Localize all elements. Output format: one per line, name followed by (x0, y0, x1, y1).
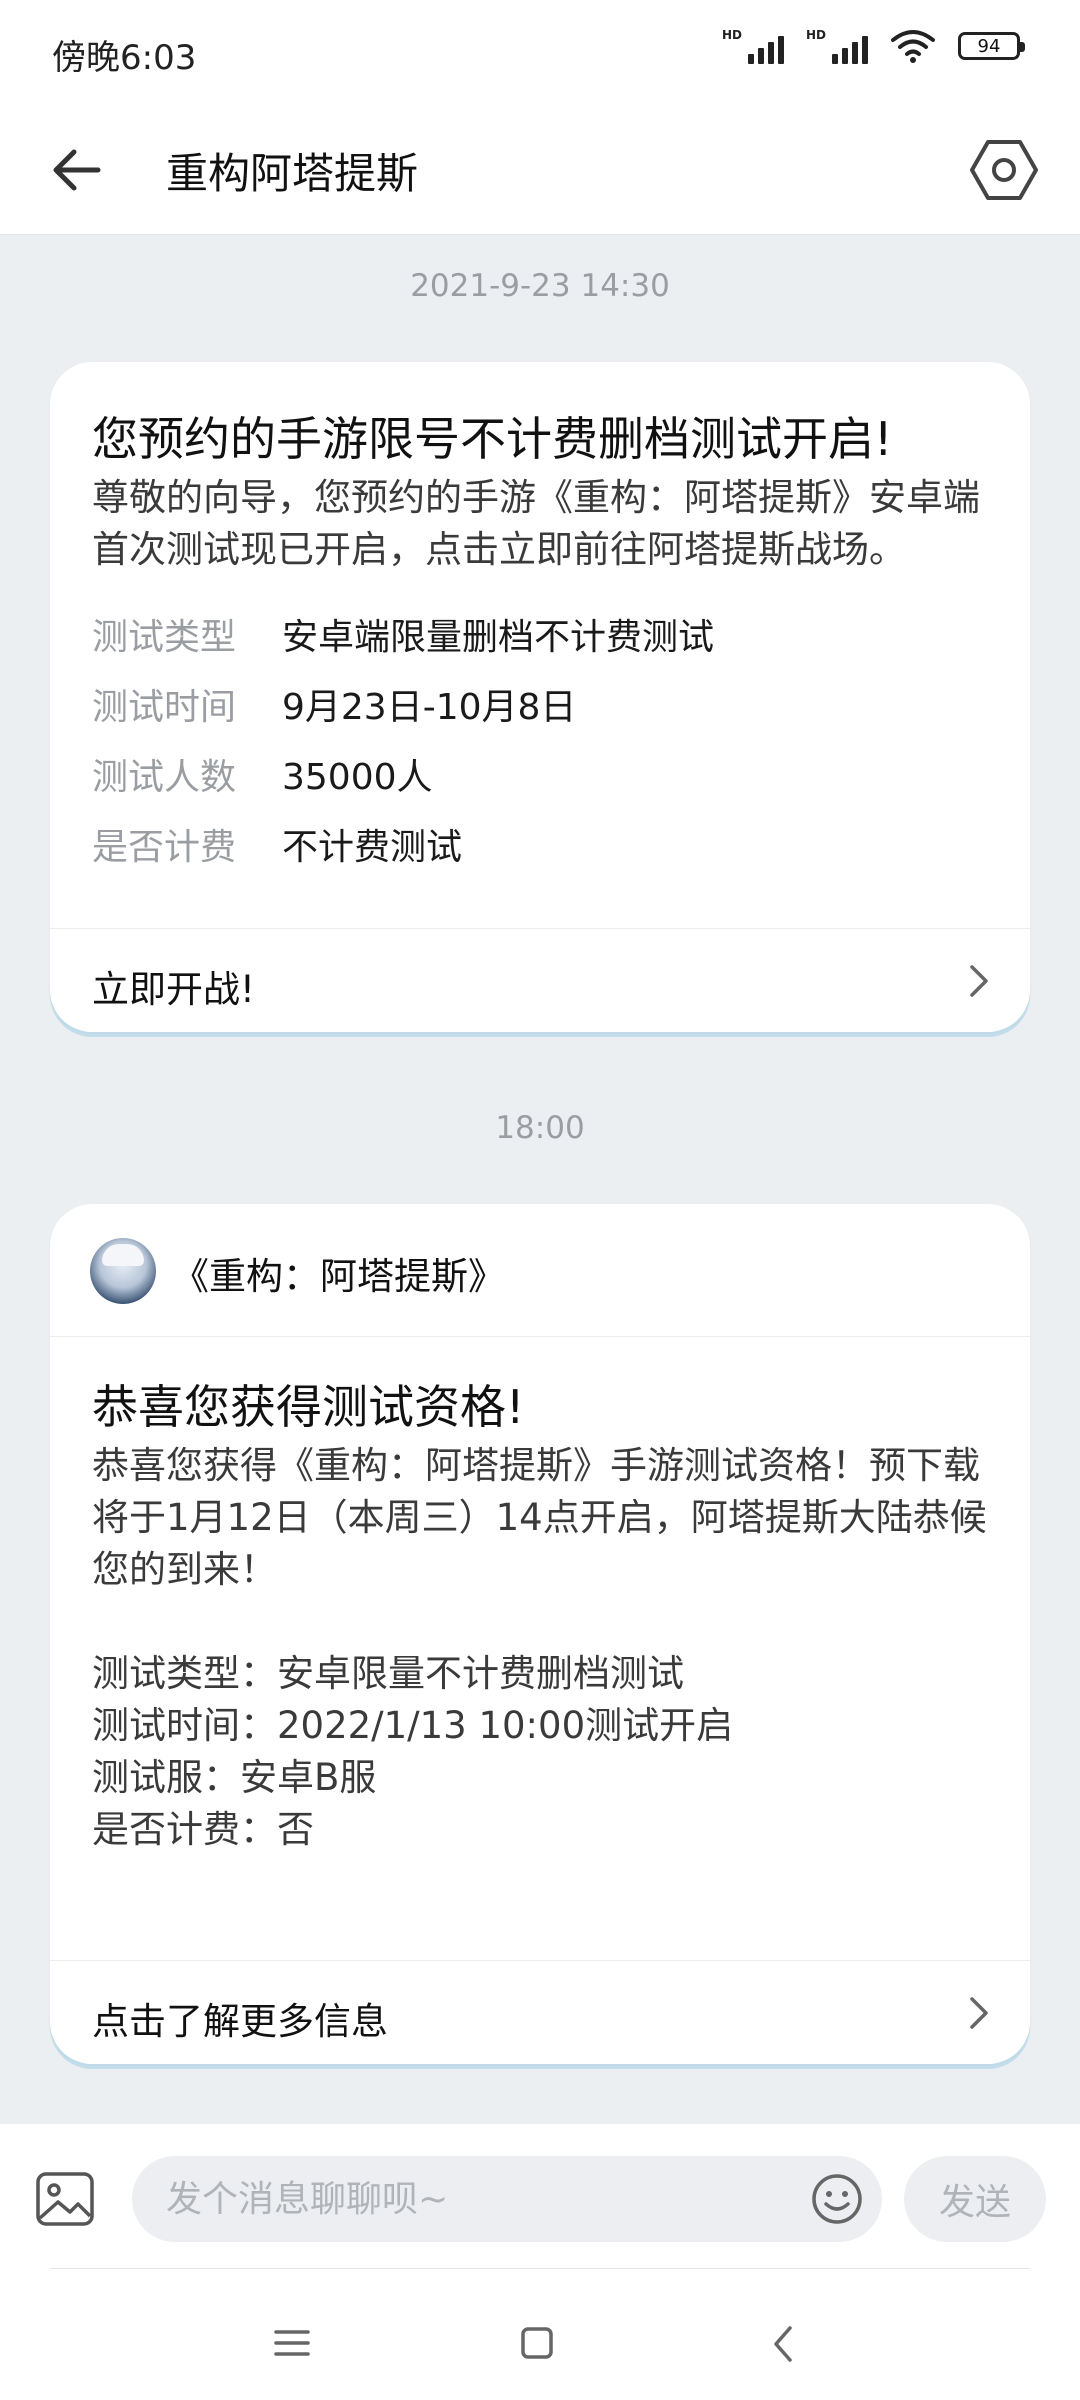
signal-hd-label-2: HD (805, 28, 826, 42)
message-card: 《重构：阿塔提斯》 恭喜您获得测试资格! 恭喜您获得《重构：阿塔提斯》手游测试资… (50, 1204, 1030, 2064)
detail-line: 测试时间：2022/1/13 10:00测试开启 (92, 1704, 734, 1747)
sender-row: 《重构：阿塔提斯》 (50, 1204, 1030, 1337)
message-input[interactable] (132, 2156, 882, 2242)
status-time: 傍晚6:03 (52, 38, 197, 78)
arrow-left-icon[interactable] (46, 138, 110, 202)
status-bar: 傍晚6:03 HD HD 94 (0, 0, 1080, 110)
page-title: 重构阿塔提斯 (166, 149, 419, 198)
battery-icon: 94 (958, 32, 1025, 60)
detail-value: 不计费测试 (282, 827, 463, 868)
detail-label: 测试时间 (92, 687, 237, 728)
home-square-icon[interactable] (520, 2326, 554, 2360)
message-card: 您预约的手游限号不计费删档测试开启! 尊敬的向导，您预约的手游《重构：阿塔提斯》… (50, 362, 1030, 1032)
detail-row: 测试时间 9月23日-10月8日 (92, 690, 992, 726)
detail-row: 是否计费 不计费测试 (92, 830, 992, 866)
emoji-icon[interactable] (810, 2172, 864, 2226)
message-title: 恭喜您获得测试资格! (92, 1380, 525, 1434)
card-action-label: 立即开战! (92, 968, 255, 1011)
detail-list: 测试类型 安卓端限量删档不计费测试 测试时间 9月23日-10月8日 测试人数 … (92, 620, 992, 866)
detail-row: 测试类型 安卓端限量删档不计费测试 (92, 620, 992, 656)
battery-level: 94 (977, 35, 1001, 57)
menu-icon[interactable] (274, 2328, 310, 2358)
detail-line: 是否计费：否 (92, 1808, 314, 1851)
detail-line: 测试类型：安卓限量不计费删档测试 (92, 1652, 684, 1695)
card-action-link[interactable]: 立即开战! (50, 928, 1030, 1032)
app-bar: 重构阿塔提斯 (0, 110, 1080, 235)
detail-row: 测试人数 35000人 (92, 760, 992, 796)
message-body: 尊敬的向导，您预约的手游《重构：阿塔提斯》安卓端首次测试现已开启，点击立即前往阿… (92, 476, 980, 571)
detail-value: 35000人 (282, 757, 433, 798)
detail-lines: 测试类型：安卓限量不计费删档测试 测试时间：2022/1/13 10:00测试开… (92, 1648, 992, 1856)
image-icon[interactable] (34, 2168, 96, 2230)
avatar[interactable] (90, 1238, 156, 1304)
wifi-icon (891, 30, 935, 63)
signal-icon: HD (722, 28, 784, 64)
detail-line: 测试服：安卓B服 (92, 1756, 377, 1799)
signal-hd-label: HD (721, 28, 742, 42)
message-timestamp: 18:00 (495, 1110, 585, 1146)
message-timestamp: 2021-9-23 14:30 (410, 268, 670, 304)
card-action-link[interactable]: 点击了解更多信息 (50, 1960, 1030, 2064)
send-button[interactable]: 发送 (904, 2156, 1046, 2242)
card-action-label: 点击了解更多信息 (92, 2000, 388, 2043)
message-title: 您预约的手游限号不计费删档测试开启! (92, 412, 893, 466)
divider (50, 2268, 1030, 2269)
hexagon-settings-icon[interactable] (968, 134, 1040, 206)
signal-icon-2: HD (806, 28, 868, 64)
chevron-right-icon (970, 1997, 988, 2029)
detail-value: 安卓端限量删档不计费测试 (282, 617, 715, 658)
chevron-right-icon (970, 965, 988, 997)
detail-value: 9月23日-10月8日 (282, 687, 577, 728)
detail-label: 是否计费 (92, 827, 237, 868)
status-icons: HD HD 94 (722, 28, 1025, 64)
back-chevron-icon[interactable] (770, 2324, 796, 2364)
detail-label: 测试类型 (92, 617, 237, 658)
message-body: 恭喜您获得《重构：阿塔提斯》手游测试资格！预下载将于1月12日（本周三）14点开… (92, 1444, 987, 1591)
sender-name: 《重构：阿塔提斯》 (172, 1255, 505, 1298)
detail-label: 测试人数 (92, 757, 237, 798)
input-bar: 发送 (0, 2124, 1080, 2400)
